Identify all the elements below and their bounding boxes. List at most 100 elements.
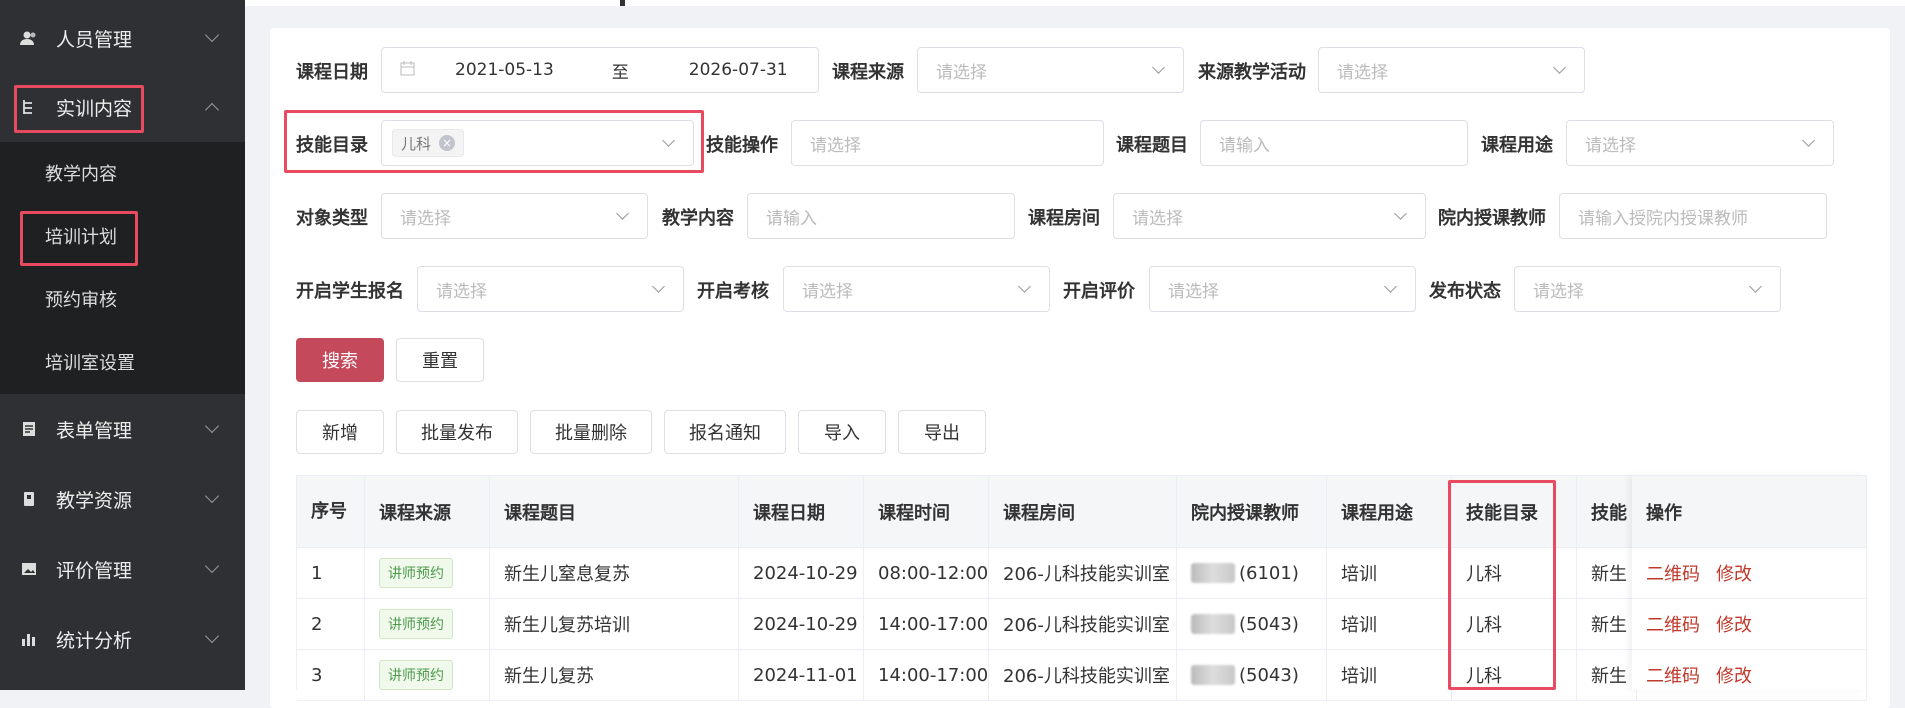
evaluation-select[interactable]: 请选择: [1149, 266, 1416, 312]
cell-skill-op: 新生: [1577, 599, 1637, 649]
internal-teacher-label: 院内授课教师: [1438, 208, 1546, 229]
cell-topic: 新生儿复苏培训: [490, 599, 739, 649]
sidebar-item-resources[interactable]: 教学资源: [0, 464, 245, 534]
course-date-range[interactable]: 2021-05-13 至 2026-07-31: [381, 47, 819, 93]
teaching-content-label: 教学内容: [662, 208, 734, 229]
chevron-down-icon: [204, 27, 220, 43]
chevron-down-icon: [204, 628, 220, 644]
chevron-down-icon: [662, 134, 675, 147]
cell-time: 14:00-17:00: [864, 599, 989, 649]
chevron-down-icon: [1394, 207, 1407, 220]
object-type-select[interactable]: 请选择: [381, 193, 648, 239]
cell-skill: 儿科: [1452, 599, 1577, 649]
chevron-down-icon: [204, 558, 220, 574]
header-date: 课程日期: [739, 476, 864, 547]
add-button[interactable]: 新增: [296, 410, 384, 454]
import-button[interactable]: 导入: [798, 410, 886, 454]
cell-time: 14:00-17:00: [864, 650, 989, 700]
teaching-content-input[interactable]: 请输入: [747, 193, 1015, 239]
sidebar: 人员管理 实训内容 教学内容 培训计划 预约审核 培训室设置 表单管理 教学资源…: [0, 0, 245, 690]
source-activity-label: 来源教学活动: [1198, 62, 1306, 83]
chevron-down-icon: [1018, 280, 1031, 293]
date-end: 2026-07-31: [688, 60, 788, 80]
bar-chart-icon: [18, 628, 40, 650]
book-icon: [18, 488, 40, 510]
sidebar-item-label: 实训内容: [56, 97, 133, 120]
course-source-label: 课程来源: [832, 62, 904, 83]
source-activity-select[interactable]: 请选择: [1318, 47, 1585, 93]
sidebar-subitem-teaching-content[interactable]: 教学内容: [0, 142, 245, 204]
sidebar-subitem-room-settings[interactable]: 培训室设置: [0, 331, 245, 393]
operations-column: 操作 二维码 修改 二维码 修改 二维码 修改: [1632, 475, 1867, 701]
course-use-select[interactable]: 请选择: [1566, 120, 1834, 166]
cell-time: 08:00-12:00: [864, 548, 989, 598]
chevron-up-icon: [204, 102, 220, 118]
sidebar-item-statistics[interactable]: 统计分析: [0, 604, 245, 674]
date-start: 2021-05-13: [455, 60, 554, 80]
sidebar-subitem-training-plan[interactable]: 培训计划: [0, 205, 245, 267]
cell-ops: 二维码 修改: [1632, 650, 1867, 701]
cell-index: 2: [297, 599, 365, 649]
chevron-down-icon: [204, 418, 220, 434]
calendar-icon: [400, 60, 415, 80]
publish-status-select[interactable]: 请选择: [1514, 266, 1781, 312]
course-room-select[interactable]: 请选择: [1113, 193, 1426, 239]
blurred-name: [1191, 563, 1235, 583]
sidebar-item-label: 人员管理: [56, 28, 133, 51]
cell-date: 2024-11-01: [739, 650, 864, 700]
cell-source: 讲师预约: [365, 650, 490, 700]
sidebar-subitem-booking-review[interactable]: 预约审核: [0, 268, 245, 330]
cell-source: 讲师预约: [365, 599, 490, 649]
header-skill-op: 技能: [1577, 476, 1637, 547]
course-source-select[interactable]: 请选择: [917, 47, 1184, 93]
reset-button[interactable]: 重置: [396, 338, 484, 382]
qr-code-link[interactable]: 二维码: [1646, 560, 1700, 586]
student-signup-label: 开启学生报名: [296, 281, 404, 302]
batch-publish-button[interactable]: 批量发布: [396, 410, 518, 454]
edit-link[interactable]: 修改: [1716, 560, 1752, 586]
exam-label: 开启考核: [697, 281, 769, 302]
sidebar-item-training-content[interactable]: 实训内容: [0, 72, 245, 142]
chevron-down-icon: [1749, 280, 1762, 293]
internal-teacher-input[interactable]: 请输入授院内授课教师: [1559, 193, 1827, 239]
tag-close-icon[interactable]: ×: [439, 135, 456, 151]
top-bar: [245, 0, 1905, 6]
date-separator: 至: [611, 62, 629, 83]
skill-operation-select[interactable]: 请选择: [791, 120, 1104, 166]
chevron-down-icon: [204, 488, 220, 504]
chevron-down-icon: [1553, 61, 1566, 74]
sidebar-item-label: 评价管理: [56, 559, 133, 582]
header-skill: 技能目录: [1452, 476, 1577, 547]
export-button[interactable]: 导出: [898, 410, 986, 454]
cell-topic: 新生儿复苏: [490, 650, 739, 700]
selected-tag: 儿科 ×: [392, 129, 465, 157]
qr-code-link[interactable]: 二维码: [1646, 611, 1700, 637]
header-index: 序号: [297, 476, 365, 547]
cell-teacher: (5043): [1177, 650, 1327, 700]
qr-code-link[interactable]: 二维码: [1646, 662, 1700, 688]
sidebar-item-evaluation[interactable]: 评价管理: [0, 534, 245, 604]
edit-link[interactable]: 修改: [1716, 662, 1752, 688]
sidebar-item-personnel[interactable]: 人员管理: [0, 3, 245, 73]
student-signup-select[interactable]: 请选择: [417, 266, 684, 312]
edit-link[interactable]: 修改: [1716, 611, 1752, 637]
cell-index: 1: [297, 548, 365, 598]
signup-notify-button[interactable]: 报名通知: [664, 410, 786, 454]
exam-select[interactable]: 请选择: [783, 266, 1050, 312]
submenu: 教学内容 培训计划 预约审核 培训室设置: [0, 142, 245, 394]
cell-use: 培训: [1327, 548, 1452, 598]
cell-topic: 新生儿窒息复苏: [490, 548, 739, 598]
skill-catalog-select[interactable]: 儿科 ×: [381, 120, 694, 166]
search-button[interactable]: 搜索: [296, 338, 384, 382]
chevron-down-icon: [1384, 280, 1397, 293]
header-room: 课程房间: [989, 476, 1177, 547]
course-topic-input[interactable]: 请输入: [1200, 120, 1468, 166]
batch-delete-button[interactable]: 批量删除: [530, 410, 652, 454]
source-badge: 讲师预约: [379, 660, 453, 690]
sidebar-item-forms[interactable]: 表单管理: [0, 394, 245, 464]
header-time: 课程时间: [864, 476, 989, 547]
cell-date: 2024-10-29: [739, 599, 864, 649]
cell-room: 206-儿科技能实训室: [989, 650, 1177, 700]
header-source: 课程来源: [365, 476, 490, 547]
cell-use: 培训: [1327, 650, 1452, 700]
